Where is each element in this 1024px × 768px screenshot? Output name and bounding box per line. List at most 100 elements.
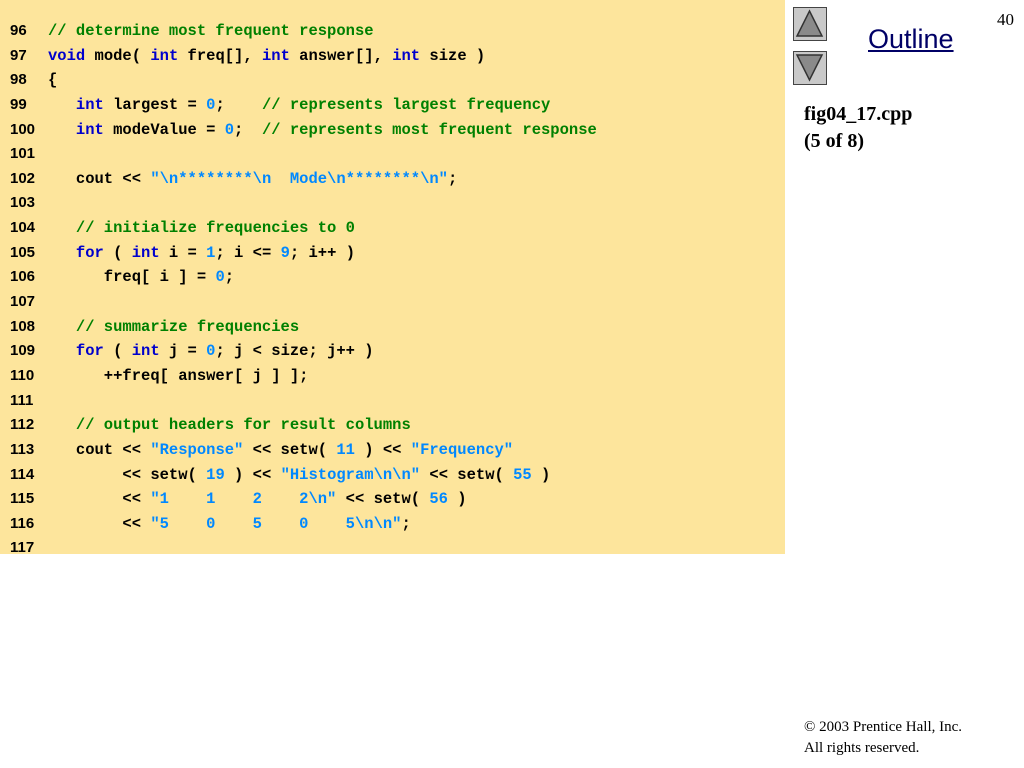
code-line: 106 freq[ i ] = 0; (10, 265, 597, 290)
code-token: << setw( (48, 465, 207, 484)
code-token: mode( (85, 46, 151, 65)
code-token: int (150, 46, 179, 65)
figure-file-name: fig04_17.cpp (804, 103, 913, 125)
triangle-down-icon (795, 54, 824, 82)
line-number: 100 (10, 120, 36, 138)
code-token: ; j < size; j++ ) (215, 342, 374, 361)
code-token: int (131, 342, 160, 361)
line-number: 116 (10, 514, 35, 532)
code-token: ; (215, 95, 262, 114)
code-token: int (131, 243, 160, 262)
rights-text: All rights reserved. (804, 740, 920, 756)
line-number: 117 (10, 539, 35, 557)
code-line: 99 int largest = 0; // represents larges… (10, 93, 597, 118)
previous-slide-button[interactable] (793, 7, 827, 41)
code-token: cout << (48, 440, 151, 459)
line-number: 102 (10, 169, 36, 187)
code-token: // represents most frequent response (261, 120, 597, 139)
code-token: ; i++ ) (289, 243, 356, 262)
line-number: 97 (10, 46, 27, 64)
line-number: 104 (10, 219, 36, 237)
code-token: i = (159, 243, 207, 262)
code-token: ) << (354, 440, 411, 459)
code-token: int (75, 95, 104, 114)
code-token: modeValue = (103, 120, 225, 139)
code-token: ( (103, 243, 132, 262)
line-number: 112 (10, 416, 35, 434)
code-token: ; i <= (215, 243, 281, 262)
code-token: 0 (224, 120, 235, 139)
code-line: 96 // determine most frequent response (10, 19, 597, 44)
code-token: largest = (103, 95, 207, 114)
copyright-text: © 2003 Prentice Hall, Inc. (804, 719, 963, 735)
code-token: // determine most frequent response (48, 22, 374, 40)
code-token: 0 (215, 268, 225, 287)
code-token: "Histogram\n\n" (280, 465, 421, 484)
code-token: // summarize frequencies (75, 317, 300, 336)
line-number: 107 (10, 293, 36, 311)
code-token: for (75, 342, 104, 361)
code-token: << setw( (420, 465, 514, 484)
code-token: 11 (336, 440, 355, 459)
code-token: freq[], (178, 46, 262, 65)
code-token: void (48, 46, 86, 65)
code-token: ( (103, 342, 132, 361)
code-line: 117 (10, 536, 597, 561)
code-line: 98 { (10, 68, 597, 93)
code-token: // initialize frequencies to 0 (75, 219, 355, 238)
line-number: 99 (10, 95, 27, 113)
code-line: 101 (10, 142, 597, 167)
code-token: // output headers for result columns (75, 416, 411, 435)
code-token: cout << (48, 169, 151, 188)
outline-link[interactable]: Outline (868, 24, 954, 55)
code-token: answer[], (289, 46, 393, 65)
code-line: 115 << "1 1 2 2\n" << setw( 56 ) (10, 487, 597, 512)
code-token: ; (401, 514, 411, 533)
code-token: for (75, 243, 104, 262)
code-token: << setw( (243, 440, 337, 459)
code-token: int (261, 46, 290, 65)
figure-caption: fig04_17.cpp (5 of 8) (804, 101, 912, 155)
line-number: 114 (10, 465, 35, 483)
code-line: 102 cout << "\n********\n Mode\n********… (10, 167, 597, 192)
code-token: "1 1 2 2\n" (150, 490, 337, 509)
code-token: "Frequency" (410, 440, 514, 459)
code-line: 112 // output headers for result columns (10, 413, 597, 438)
code-token: j = (159, 342, 207, 361)
code-token: 19 (206, 465, 225, 484)
line-number: 105 (10, 243, 36, 261)
next-slide-button[interactable] (793, 51, 827, 85)
line-number: 96 (10, 22, 27, 39)
line-number: 108 (10, 317, 36, 335)
line-number: 103 (10, 194, 36, 212)
code-token: 9 (280, 243, 290, 262)
line-number: 101 (10, 145, 36, 163)
line-number: 115 (10, 490, 35, 508)
code-token: int (392, 46, 421, 65)
code-line: 100 int modeValue = 0; // represents mos… (10, 118, 597, 143)
code-panel: 96 // determine most frequent response 97 v… (0, 0, 785, 556)
code-token: ; (234, 120, 262, 139)
line-number: 109 (10, 342, 36, 360)
line-number: 106 (10, 268, 36, 286)
code-token: int (75, 120, 104, 139)
copyright-notice: © 2003 Prentice Hall, Inc. All rights re… (804, 717, 962, 759)
code-token: 56 (429, 490, 448, 509)
code-token: << setw( (336, 490, 430, 509)
code-token: "\n********\n Mode\n********\n" (150, 169, 448, 188)
line-number: 98 (10, 71, 27, 89)
code-line: 116 << "5 0 5 0 5\n\n"; (10, 512, 597, 537)
code-line: 110 ++freq[ answer[ j ] ]; (10, 364, 597, 389)
code-line: 109 for ( int j = 0; j < size; j++ ) (10, 339, 597, 364)
code-token: ; (224, 268, 235, 287)
code-line: 107 (10, 290, 597, 315)
figure-part: (5 of 8) (804, 130, 864, 152)
slide-number: 40 (997, 10, 1014, 29)
code-line: 114 << setw( 19 ) << "Histogram\n\n" << … (10, 463, 597, 488)
code-token: size ) (420, 46, 486, 65)
